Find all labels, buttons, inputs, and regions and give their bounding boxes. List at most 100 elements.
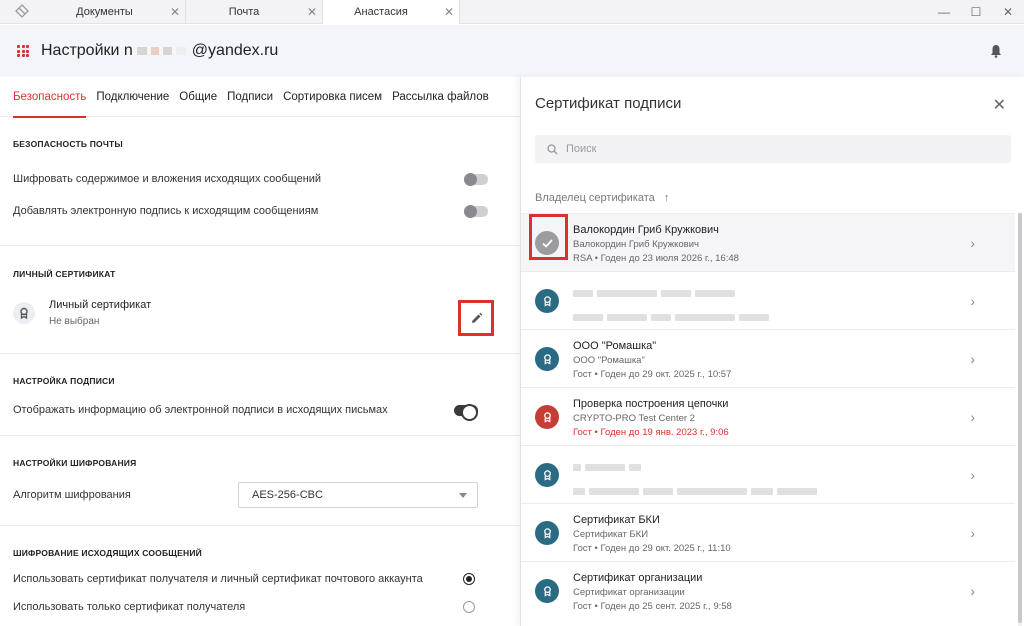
tab-anastasia-label: Анастасия: [354, 6, 408, 18]
settings-pane: Безопасность Подключение Общие Подписи С…: [0, 77, 520, 626]
sign-label: Добавлять электронную подпись к исходящи…: [13, 205, 319, 217]
list-item[interactable]: Проверка построения цепочки CRYPTO-PRO T…: [521, 387, 1015, 445]
cert-meta: Гост • Годен до 25 сент. 2025 г., 9:58: [573, 601, 732, 612]
maximize-button[interactable]: ☐: [960, 0, 992, 24]
cert-meta: Гост • Годен до 29 окт. 2025 г., 10:57: [573, 369, 732, 380]
minimize-button[interactable]: —: [928, 0, 960, 24]
cert-meta-expired: Гост • Годен до 19 янв. 2023 г., 9:06: [573, 427, 729, 438]
chevron-right-icon: ›: [970, 467, 975, 483]
sign-row: Добавлять электронную подпись к исходящи…: [13, 204, 507, 218]
cert-name: Сертификат организации: [573, 572, 703, 584]
cert-name: Проверка построения цепочки: [573, 398, 729, 410]
tab-connection[interactable]: Подключение: [96, 77, 169, 117]
close-icon[interactable]: ✕: [439, 5, 459, 19]
option-recipient-radio[interactable]: [463, 601, 475, 613]
tab-general[interactable]: Общие: [179, 77, 217, 117]
tab-documents-label: Документы: [76, 6, 133, 18]
certificate-icon: [13, 302, 35, 324]
tab-security[interactable]: Безопасность: [13, 77, 87, 118]
edit-personal-cert-button[interactable]: [458, 300, 494, 336]
list-item[interactable]: Валокордин Гриб Кружкович Валокордин Гри…: [521, 213, 1015, 271]
list-item[interactable]: ООО "Ромашка" ООО "Ромашка" Гост • Годен…: [521, 329, 1015, 387]
algorithm-row: Алгоритм шифрования AES-256-CBC: [13, 482, 507, 508]
redacted-text: [136, 47, 147, 55]
option-both-label: Использовать сертификат получателя и лич…: [13, 573, 423, 585]
redacted-text: [573, 460, 821, 498]
certificate-icon: [535, 347, 559, 371]
list-item[interactable]: Сертификат организации Сертификат органи…: [521, 561, 1015, 619]
tab-documents[interactable]: Документы ✕: [44, 0, 186, 24]
personal-cert-name: Личный сертификат: [49, 299, 152, 311]
window-close-button[interactable]: ✕: [992, 0, 1024, 24]
redacted-text: [573, 286, 773, 324]
redacted-text: [162, 47, 172, 55]
section-title: Безопасность почты: [13, 139, 123, 149]
option-recipient-label: Использовать только сертификат получател…: [13, 601, 246, 613]
signature-section: Настройка подписи Отображать информацию …: [0, 354, 520, 436]
cert-owner: ООО "Ромашка": [573, 355, 645, 366]
show-signature-toggle[interactable]: [454, 403, 478, 421]
encrypt-row: Шифровать содержимое и вложения исходящи…: [13, 172, 507, 186]
search-placeholder: Поиск: [566, 143, 597, 155]
chevron-right-icon: ›: [970, 351, 975, 367]
section-title: Личный сертификат: [13, 269, 116, 279]
chevron-right-icon: ›: [970, 583, 975, 599]
algorithm-label: Алгоритм шифрования: [13, 489, 131, 501]
certificate-icon: [535, 405, 559, 429]
option-both-row: Использовать сертификат получателя и лич…: [13, 573, 507, 585]
chevron-right-icon: ›: [970, 293, 975, 309]
mail-security-section: Безопасность почты Шифровать содержимое …: [0, 117, 520, 246]
tab-mail[interactable]: Почта ✕: [186, 0, 323, 24]
chevron-right-icon: ›: [970, 409, 975, 425]
outgoing-encryption-section: Шифрование исходящих сообщений Использов…: [0, 526, 520, 613]
tab-signatures[interactable]: Подписи: [227, 77, 273, 117]
algorithm-value: AES-256-CBC: [252, 489, 323, 501]
option-recipient-row: Использовать только сертификат получател…: [13, 601, 507, 613]
close-icon[interactable]: ✕: [993, 95, 1006, 115]
tab-mail-label: Почта: [228, 6, 260, 18]
bell-icon[interactable]: [990, 44, 1002, 61]
cert-name: ООО "Ромашка": [573, 340, 657, 352]
panel-title: Сертификат подписи: [535, 95, 682, 112]
encrypt-toggle[interactable]: [464, 172, 488, 186]
close-icon[interactable]: ✕: [302, 5, 322, 19]
selection-highlight: [529, 214, 568, 260]
certificate-icon: [535, 463, 559, 487]
close-icon[interactable]: ✕: [165, 5, 185, 19]
personal-cert-status: Не выбран: [49, 316, 100, 327]
page-title: Настройки n @yandex.ru: [41, 42, 278, 60]
tab-file-mailing[interactable]: Рассылка файлов: [392, 77, 489, 117]
chevron-right-icon: ›: [970, 525, 975, 541]
sort-by-owner[interactable]: Владелец сертификата ↑: [535, 192, 669, 204]
sort-label: Владелец сертификата: [535, 192, 655, 204]
personal-cert-section: Личный сертификат Личный сертификат Не в…: [0, 246, 520, 354]
section-title: Настройки шифрования: [13, 458, 137, 468]
app-header: Настройки n @yandex.ru: [0, 25, 1024, 77]
algorithm-select[interactable]: AES-256-CBC: [238, 482, 478, 508]
page-title-prefix: Настройки n: [41, 42, 133, 59]
tab-anastasia[interactable]: Анастасия ✕: [323, 0, 460, 24]
certificate-panel: Сертификат подписи ✕ Поиск Владелец серт…: [520, 77, 1024, 626]
cert-owner: Сертификат БКИ: [573, 529, 649, 540]
search-input[interactable]: Поиск: [535, 135, 1011, 163]
certificate-icon: [535, 579, 559, 603]
list-item[interactable]: ›: [521, 445, 1015, 503]
section-title: Настройка подписи: [13, 376, 115, 386]
apps-grid-icon[interactable]: [17, 45, 29, 57]
show-signature-label: Отображать информацию об электронной под…: [13, 404, 388, 416]
tab-mail-sorting[interactable]: Сортировка писем: [283, 77, 382, 117]
chevron-down-icon: [459, 492, 467, 498]
window-controls: — ☐ ✕: [928, 0, 1024, 23]
sign-toggle[interactable]: [464, 204, 488, 218]
encryption-section: Настройки шифрования Алгоритм шифрования…: [0, 436, 520, 526]
certificate-icon: [535, 289, 559, 313]
app-logo-icon: [0, 0, 44, 24]
list-item[interactable]: Сертификат БКИ Сертификат БКИ Гост • Год…: [521, 503, 1015, 561]
option-both-radio[interactable]: [463, 573, 475, 585]
scrollbar[interactable]: [1018, 213, 1022, 626]
list-item[interactable]: ›: [521, 271, 1015, 329]
section-title: Шифрование исходящих сообщений: [13, 548, 202, 558]
cert-owner: CRYPTO-PRO Test Center 2: [573, 413, 695, 424]
cert-meta: RSA • Годен до 23 июля 2026 г., 16:48: [573, 253, 739, 264]
search-icon: [547, 143, 558, 154]
